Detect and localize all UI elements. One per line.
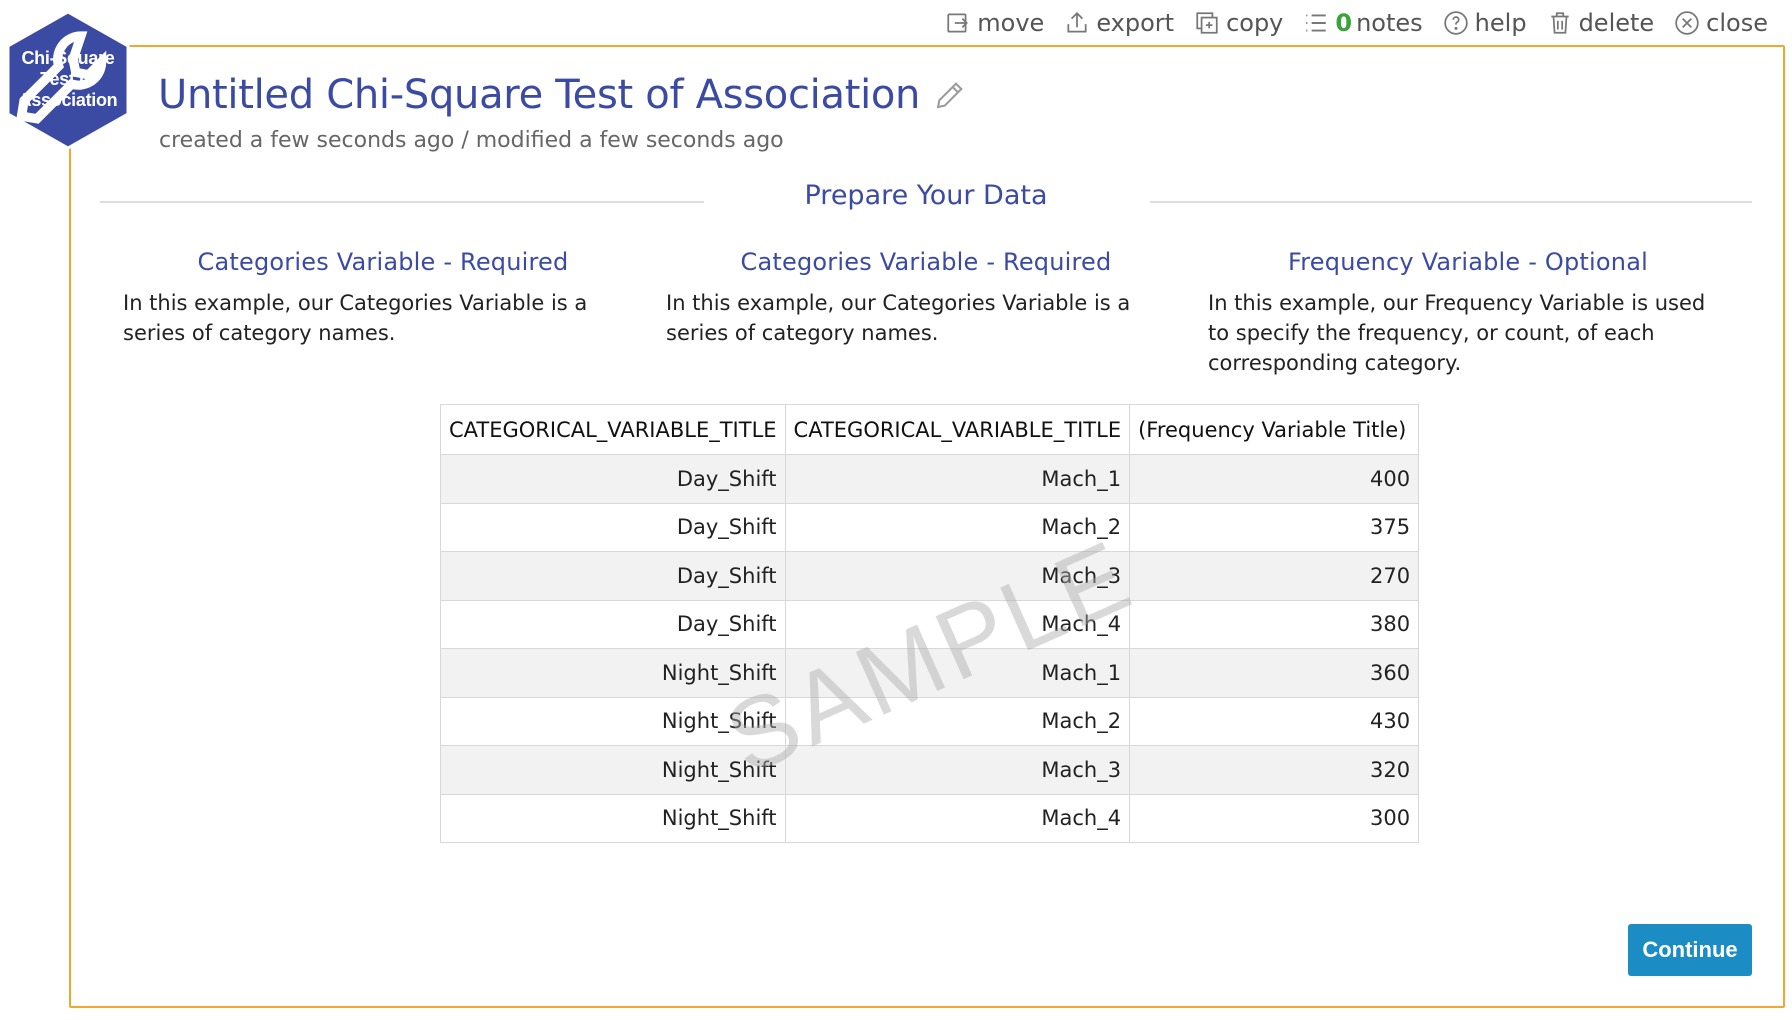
- table-cell: Mach_1: [784, 454, 1131, 504]
- table-cell: 360: [1129, 648, 1420, 698]
- copy-label: copy: [1226, 9, 1284, 37]
- timestamps: created a few seconds ago / modified a f…: [159, 128, 784, 153]
- sample-data-table: CATEGORICAL_VARIABLE_TITLE CATEGORICAL_V…: [440, 404, 1420, 843]
- column-header: CATEGORICAL_VARIABLE_TITLE: [784, 404, 1131, 455]
- tool-badge: Chi-Square Test of Association: [6, 10, 130, 150]
- table-row: Day_Shift Mach_1 400: [440, 454, 1420, 504]
- column-categories-2: Categories Variable - Required In this e…: [666, 248, 1186, 348]
- table-cell: 380: [1129, 599, 1420, 649]
- column-header: (Frequency Variable Title): [1129, 404, 1420, 455]
- table-cell: 375: [1129, 502, 1420, 552]
- table-cell: Day_Shift: [440, 454, 786, 504]
- table-cell: Night_Shift: [440, 696, 786, 746]
- table-cell: 320: [1129, 745, 1420, 795]
- column-heading: Frequency Variable - Optional: [1288, 248, 1648, 276]
- section-title: Prepare Your Data: [804, 180, 1048, 211]
- table-row: Night_Shift Mach_2 430: [440, 696, 1420, 746]
- table-row: Night_Shift Mach_4 300: [440, 793, 1420, 843]
- export-icon: [1067, 12, 1087, 33]
- column-header: CATEGORICAL_VARIABLE_TITLE: [440, 404, 786, 455]
- table-cell: Day_Shift: [440, 599, 786, 649]
- table-cell: 270: [1129, 551, 1420, 601]
- help-label: help: [1474, 9, 1527, 37]
- title-row: Untitled Chi-Square Test of Association: [158, 72, 966, 118]
- table-cell: 430: [1129, 696, 1420, 746]
- trash-icon: [1550, 12, 1569, 34]
- export-button[interactable]: export: [1064, 9, 1174, 37]
- notes-button[interactable]: 0 notes: [1303, 9, 1423, 37]
- notes-count: 0: [1335, 9, 1353, 37]
- pencil-icon[interactable]: [934, 79, 966, 111]
- table-cell: Mach_2: [784, 502, 1131, 552]
- table-row: Day_Shift Mach_3 270: [440, 551, 1420, 601]
- table-cell: 400: [1129, 454, 1420, 504]
- copy-button[interactable]: copy: [1194, 9, 1283, 37]
- table-row: Night_Shift Mach_3 320: [440, 745, 1420, 795]
- table-cell: Mach_3: [784, 551, 1131, 601]
- copy-icon: [1196, 12, 1218, 34]
- delete-label: delete: [1578, 9, 1655, 37]
- list-icon: [1306, 14, 1327, 32]
- notes-label: notes: [1356, 9, 1423, 37]
- table-cell: Mach_3: [784, 745, 1131, 795]
- column-heading: Categories Variable - Required: [197, 248, 569, 276]
- column-text: In this example, our Categories Variable…: [666, 291, 1131, 345]
- column-text: In this example, our Frequency Variable …: [1208, 291, 1706, 375]
- move-label: move: [977, 9, 1045, 37]
- table-row: Night_Shift Mach_1 360: [440, 648, 1420, 698]
- move-button[interactable]: move: [945, 9, 1044, 37]
- help-button[interactable]: help: [1443, 9, 1527, 37]
- export-label: export: [1096, 9, 1175, 37]
- table-cell: 300: [1129, 793, 1420, 843]
- column-categories-1: Categories Variable - Required In this e…: [123, 248, 643, 348]
- close-icon: [1675, 11, 1699, 35]
- help-icon: [1443, 11, 1468, 35]
- column-heading: Categories Variable - Required: [740, 248, 1112, 276]
- table-row: Day_Shift Mach_2 375: [440, 502, 1420, 552]
- table-cell: Day_Shift: [440, 502, 786, 552]
- table-cell: Night_Shift: [440, 793, 786, 843]
- badge-label: Chi-Square Test of Association: [18, 48, 118, 110]
- table-header-row: CATEGORICAL_VARIABLE_TITLE CATEGORICAL_V…: [440, 404, 1420, 455]
- table-cell: Mach_2: [784, 696, 1131, 746]
- toolbar: move export copy 0 notes help delete clo…: [945, 5, 1768, 41]
- close-label: close: [1706, 9, 1768, 37]
- page-title[interactable]: Untitled Chi-Square Test of Association: [158, 72, 920, 118]
- continue-button[interactable]: Continue: [1628, 924, 1752, 976]
- section-header: Prepare Your Data: [100, 180, 1752, 220]
- table-cell: Mach_4: [784, 599, 1131, 649]
- table-cell: Mach_1: [784, 648, 1131, 698]
- table-cell: Mach_4: [784, 793, 1131, 843]
- table-cell: Night_Shift: [440, 745, 786, 795]
- column-frequency: Frequency Variable - Optional In this ex…: [1208, 248, 1728, 378]
- move-icon: [947, 13, 969, 33]
- table-row: Day_Shift Mach_4 380: [440, 599, 1420, 649]
- table-cell: Day_Shift: [440, 551, 786, 601]
- column-text: In this example, our Categories Variable…: [123, 291, 588, 345]
- table-cell: Night_Shift: [440, 648, 786, 698]
- delete-button[interactable]: delete: [1547, 9, 1655, 37]
- close-button[interactable]: close: [1674, 9, 1768, 37]
